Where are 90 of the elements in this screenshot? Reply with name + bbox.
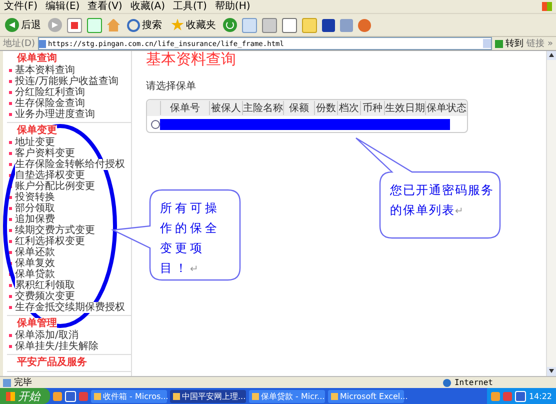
page-title: 基本资料查询 xyxy=(146,51,237,67)
search-icon xyxy=(127,18,140,32)
sidebar-link[interactable]: 保单挂失/挂失解除 xyxy=(15,341,98,352)
menu-item[interactable]: 帮助(H) xyxy=(214,0,250,12)
bullet-icon xyxy=(9,91,12,94)
bullet-icon xyxy=(9,152,12,155)
sidebar-link[interactable]: 续期交费方式变更 xyxy=(15,225,95,236)
taskbar-button[interactable]: 保单贷款 - Micr... xyxy=(249,390,325,402)
address-label: 地址(D) xyxy=(3,38,35,50)
sidebar-link[interactable]: 追加保费 xyxy=(15,214,55,225)
bullet-icon xyxy=(9,284,12,287)
search-button[interactable]: 搜索 xyxy=(125,18,164,32)
menu-item[interactable]: 编辑(E) xyxy=(46,0,80,12)
column-header: 档次 xyxy=(337,101,360,115)
sidebar-link[interactable]: 部分领取 xyxy=(15,203,55,214)
column-header: 生效日期 xyxy=(384,101,426,115)
status-text: 完毕 xyxy=(14,376,32,389)
sidebar-link[interactable]: 账户分配比例变更 xyxy=(15,181,95,192)
bullet-icon xyxy=(9,185,12,188)
zone-text: Internet xyxy=(454,378,493,387)
taskbar-button[interactable]: 中国平安网上理... xyxy=(170,390,246,402)
sidebar-link[interactable]: 交费频次变更 xyxy=(15,291,75,302)
links-label[interactable]: 链接 xyxy=(526,37,544,50)
windows-logo-icon xyxy=(6,392,15,400)
sidebar-link[interactable]: 地址变更 xyxy=(15,137,55,148)
column-header: 份数 xyxy=(314,101,338,115)
back-button[interactable]: 后退 xyxy=(3,18,43,32)
bullet-icon xyxy=(9,295,12,298)
menu-item[interactable]: 收藏(A) xyxy=(130,0,165,12)
scrollbar[interactable] xyxy=(546,51,556,376)
taskbar-button[interactable]: 收件箱 - Micros... xyxy=(91,390,167,402)
bullet-icon xyxy=(9,218,12,221)
sidebar-link[interactable]: 保单还款 xyxy=(15,247,55,258)
bullet-icon xyxy=(9,141,12,144)
sidebar-link[interactable]: 投连/万能账户收益查询 xyxy=(15,76,118,87)
clock: 14:22 xyxy=(528,392,552,400)
column-header: 主险名称 xyxy=(242,101,284,115)
more-chevron[interactable]: » xyxy=(547,38,553,48)
menu-item[interactable]: 工具(T) xyxy=(173,0,207,12)
column-header: 被保人 xyxy=(209,101,242,115)
radio-button[interactable] xyxy=(151,120,160,128)
bullet-icon xyxy=(9,113,12,116)
history-icon[interactable] xyxy=(223,18,237,32)
menu-item[interactable]: 查看(V) xyxy=(88,0,122,12)
bullet-icon xyxy=(9,334,12,337)
home-icon[interactable] xyxy=(107,18,120,32)
go-button[interactable]: 转到 xyxy=(495,37,524,50)
sidebar-link[interactable]: 生存金抵交续期保费授权 xyxy=(15,302,125,313)
bullet-icon xyxy=(9,273,12,276)
bullet-icon xyxy=(9,345,12,348)
column-header: 保单状态 xyxy=(425,101,467,115)
square-icon[interactable] xyxy=(322,18,335,32)
favorites-button[interactable]: 收藏夹 xyxy=(169,18,218,32)
bullet-icon xyxy=(9,262,12,265)
column-header: 保单号 xyxy=(160,101,210,115)
sidebar-link[interactable]: 生存保险金查询 xyxy=(15,98,85,109)
windows-logo-icon xyxy=(542,2,552,11)
callout-text: 所有可操作的保全变更项目！↵ xyxy=(160,200,221,277)
stop-icon[interactable] xyxy=(67,18,82,32)
sidebar-link[interactable]: 分红险红利查询 xyxy=(15,87,85,98)
sidebar-link[interactable]: 自垫选择权变更 xyxy=(15,170,85,181)
bullet-icon xyxy=(9,80,12,83)
sidebar-link[interactable]: 业务办理进度查询 xyxy=(15,109,95,120)
callout-text: 您已开通密码服务的保单列表↵ xyxy=(390,182,495,219)
bullet-icon xyxy=(9,207,12,210)
column-header: 保额 xyxy=(283,101,314,115)
sidebar-link[interactable]: 保单添加/取消 xyxy=(15,330,78,341)
start-button[interactable]: 开始 xyxy=(0,388,50,404)
sidebar-link[interactable]: 客户资料变更 xyxy=(15,148,75,159)
tray-icon[interactable] xyxy=(514,390,526,402)
bullet-icon xyxy=(9,163,12,166)
column-header: 币种 xyxy=(360,101,384,115)
bullet-icon xyxy=(9,306,12,309)
sidebar-link[interactable]: 投资转换 xyxy=(15,192,55,203)
prompt-text: 请选择保单 xyxy=(146,80,197,93)
bullet-icon xyxy=(9,229,12,232)
sidebar-link[interactable]: 生存保险金转帐给付授权 xyxy=(15,159,125,170)
bullet-icon xyxy=(9,240,12,243)
bullet-icon xyxy=(9,102,12,105)
sidebar-link[interactable]: 红利选择权变更 xyxy=(15,236,85,247)
bullet-icon xyxy=(9,251,12,254)
globe-icon xyxy=(443,378,452,386)
bullet-icon xyxy=(9,174,12,177)
sidebar-link[interactable]: 保单复效 xyxy=(15,258,55,269)
sidebar-link[interactable]: 累积红利领取 xyxy=(15,280,75,291)
sidebar-link[interactable]: 基本资料查询 xyxy=(15,65,75,76)
bullet-icon xyxy=(9,69,12,72)
sidebar-link[interactable]: 保单贷款 xyxy=(15,269,55,280)
bullet-icon xyxy=(9,196,12,199)
menu-item[interactable]: 文件(F) xyxy=(4,0,38,12)
